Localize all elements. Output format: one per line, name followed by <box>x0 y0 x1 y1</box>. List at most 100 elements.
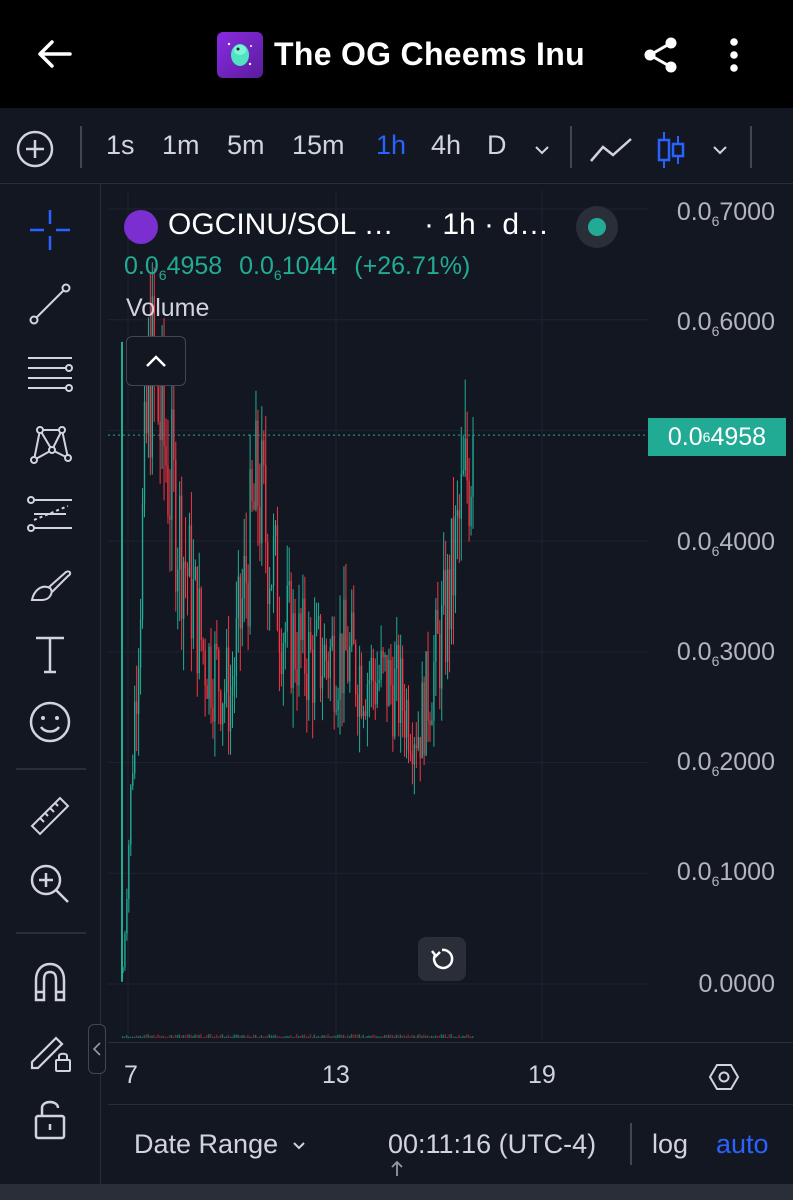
page-title: The OG Cheems Inu <box>274 36 585 72</box>
pattern-tool[interactable] <box>22 416 78 472</box>
log-scale-toggle[interactable]: log <box>652 1129 688 1160</box>
candle-body <box>401 658 404 711</box>
interval-1h[interactable]: 1h <box>376 130 406 161</box>
volume-bar <box>258 1036 261 1038</box>
candle-body <box>214 643 216 722</box>
candle-body <box>134 701 136 774</box>
candle-body <box>433 661 435 721</box>
toolbar-collapse-toggle[interactable] <box>88 1024 106 1074</box>
trend-line-tool[interactable] <box>22 276 78 332</box>
emoji-tool[interactable] <box>22 694 78 750</box>
volume-bar <box>374 1035 376 1038</box>
volume-bar <box>129 1036 132 1038</box>
candle-body <box>225 647 228 693</box>
toolbar-divider <box>570 126 572 168</box>
interval-4h[interactable]: 4h <box>431 130 461 161</box>
volume-bar <box>256 1036 259 1038</box>
volume-bar <box>208 1034 210 1038</box>
volume-bar <box>358 1034 360 1038</box>
legend-collapse-button[interactable] <box>126 336 186 386</box>
volume-bar <box>415 1036 417 1038</box>
forecast-tool[interactable] <box>22 486 78 542</box>
candle-body <box>437 609 439 634</box>
candle-body <box>315 619 318 633</box>
add-symbol-button[interactable] <box>14 128 56 170</box>
text-tool[interactable] <box>22 626 78 682</box>
crosshair-tool[interactable] <box>22 202 78 258</box>
volume-bar <box>239 1035 241 1038</box>
volume-bar <box>315 1036 317 1038</box>
volume-bar <box>204 1036 206 1038</box>
symbol-name[interactable]: OGCINU/SOL … <box>168 208 394 242</box>
candle-body <box>347 650 349 682</box>
magnet-tool[interactable] <box>22 954 78 1010</box>
reset-chart-button[interactable] <box>418 937 466 981</box>
candle-body <box>135 701 138 714</box>
interval-1s[interactable]: 1s <box>106 130 135 161</box>
date-range-button[interactable]: Date Range <box>134 1129 306 1160</box>
volume-bar <box>411 1034 413 1038</box>
interval-D[interactable]: D <box>487 130 507 161</box>
share-button[interactable] <box>636 30 686 80</box>
chart-type-dropdown[interactable] <box>708 130 732 170</box>
volume-bar <box>168 1035 171 1038</box>
fib-tool[interactable] <box>22 346 78 402</box>
candle-body <box>439 633 441 689</box>
volume-bar <box>419 1034 421 1038</box>
volume-bar <box>432 1036 435 1038</box>
brush-tool[interactable] <box>22 556 78 612</box>
volume-bar <box>460 1036 462 1038</box>
interval-dropdown[interactable] <box>530 130 554 170</box>
volume-bar <box>341 1034 343 1038</box>
back-button[interactable] <box>30 30 78 78</box>
volume-bar <box>462 1035 464 1038</box>
candle-chart-type-button[interactable] <box>654 130 688 170</box>
volume-bar <box>423 1034 425 1038</box>
candle-body <box>179 495 181 570</box>
more-options-button[interactable] <box>712 30 756 80</box>
market-status[interactable] <box>576 206 618 248</box>
interval-1m[interactable]: 1m <box>162 130 200 161</box>
candle-body <box>370 657 373 680</box>
price-scale[interactable]: 0.067000 0.066000 0.064000 0.063000 0.06… <box>648 190 793 1040</box>
price-label: 0.066000 <box>676 308 775 339</box>
candle-body <box>270 585 273 588</box>
volume-bar <box>317 1035 319 1038</box>
chart-settings-button[interactable] <box>704 1057 744 1097</box>
volume-bar <box>421 1035 423 1038</box>
interval-5m[interactable]: 5m <box>227 130 265 161</box>
zoom-tool[interactable] <box>22 856 78 912</box>
volume-bar <box>131 1036 134 1038</box>
volume-bar <box>276 1035 278 1038</box>
volume-bar <box>305 1036 308 1038</box>
change-percent: (+26.71%) <box>354 252 471 280</box>
candle-body <box>358 665 361 717</box>
measure-tool[interactable] <box>22 788 78 844</box>
volume-bar <box>139 1035 141 1038</box>
volume-bar <box>251 1036 253 1038</box>
volume-bar <box>325 1035 327 1038</box>
volume-bar <box>135 1035 138 1038</box>
volume-bar <box>274 1034 276 1038</box>
candle-body <box>139 619 142 668</box>
volume-bar <box>170 1035 173 1038</box>
candlestick-icon <box>657 132 685 168</box>
bottom-bar: Date Range 00:11:16 (UTC-4) log auto <box>108 1104 793 1184</box>
time-axis[interactable]: 7 13 19 <box>108 1042 793 1104</box>
line-chart-type-button[interactable] <box>588 130 634 170</box>
lock-tool[interactable] <box>22 1090 78 1146</box>
zoom-in-icon <box>30 864 69 903</box>
volume-bar <box>339 1034 341 1038</box>
candle-body <box>227 647 230 732</box>
clock-timezone[interactable]: 00:11:16 (UTC-4) <box>388 1129 596 1160</box>
volume-label[interactable]: Volume <box>126 294 209 323</box>
candle-body <box>427 651 429 721</box>
auto-scale-toggle[interactable]: auto <box>716 1129 769 1160</box>
volume-bar <box>161 1036 163 1038</box>
volume-bar <box>301 1035 304 1038</box>
candle-body <box>261 440 263 544</box>
volume-bar <box>253 1034 255 1038</box>
lock-drawing-tool[interactable] <box>22 1022 78 1078</box>
candle-body <box>180 495 183 619</box>
interval-15m[interactable]: 15m <box>292 130 345 161</box>
